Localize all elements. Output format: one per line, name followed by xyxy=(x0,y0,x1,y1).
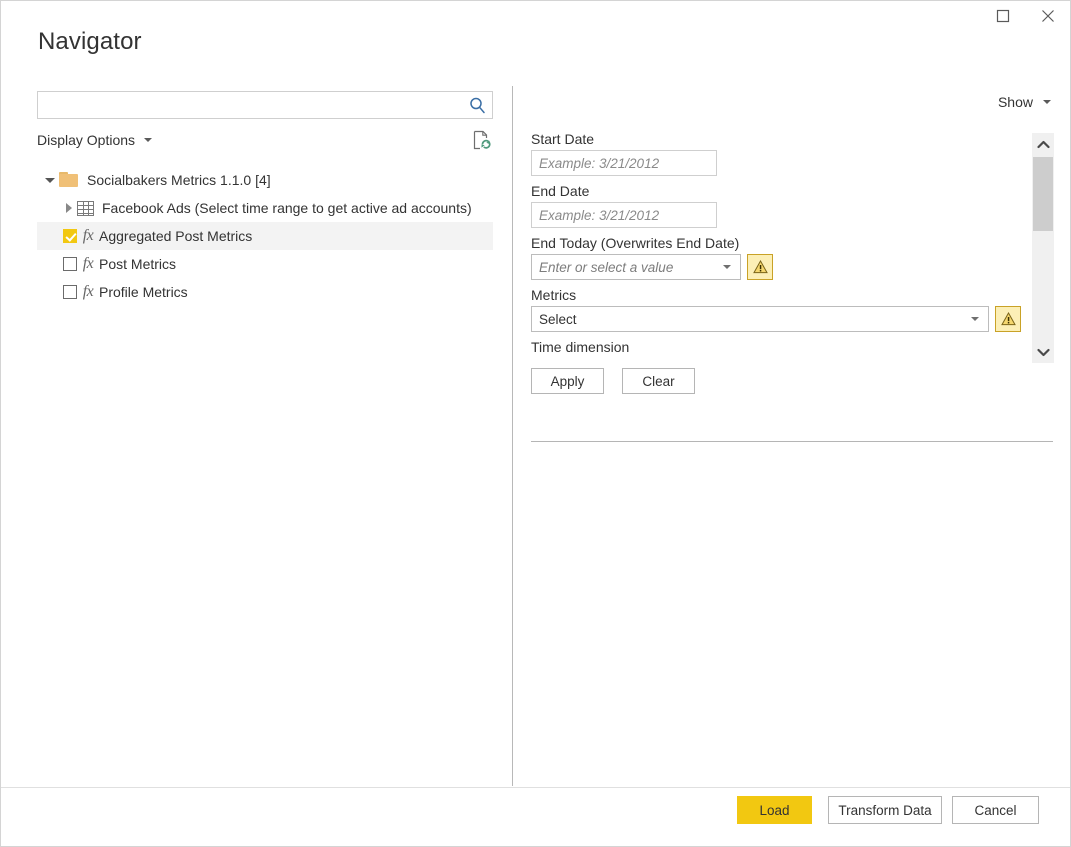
end-date-field-group: End Date xyxy=(531,183,1021,228)
warning-triangle-icon xyxy=(1000,312,1016,326)
scrollbar-thumb[interactable] xyxy=(1033,157,1053,231)
transform-data-button[interactable]: Transform Data xyxy=(828,796,942,824)
load-button[interactable]: Load xyxy=(737,796,812,824)
apply-button[interactable]: Apply xyxy=(531,368,604,394)
tree-item-label: Aggregated Post Metrics xyxy=(99,228,253,244)
start-date-label: Start Date xyxy=(531,131,595,147)
vertical-divider xyxy=(512,86,513,786)
search-input[interactable] xyxy=(38,92,462,118)
chevron-down-icon xyxy=(971,317,979,321)
end-today-warning-button[interactable] xyxy=(747,254,773,280)
start-date-field-group: Start Date xyxy=(531,131,1021,176)
triangle-right-icon[interactable] xyxy=(59,199,77,217)
navigator-dialog: Navigator Display Options Socialbakers M… xyxy=(0,0,1071,847)
display-options-dropdown[interactable]: Display Options xyxy=(37,132,153,148)
maximize-icon xyxy=(996,9,1009,23)
tree-item-checkbox[interactable] xyxy=(63,229,77,243)
metrics-row: Select xyxy=(531,306,1021,332)
search-icon[interactable] xyxy=(466,95,488,115)
tree-item-profile-metrics[interactable]: fx Profile Metrics xyxy=(37,278,493,306)
close-icon xyxy=(1041,10,1054,22)
fx-icon: fx xyxy=(82,227,94,244)
tree-item-socialbakers-metrics[interactable]: Socialbakers Metrics 1.1.0 [4] xyxy=(37,166,493,194)
document-refresh-icon[interactable] xyxy=(472,130,492,152)
end-today-combobox[interactable]: Enter or select a value xyxy=(531,254,741,280)
dialog-footer: Load Transform Data Cancel xyxy=(1,796,1070,831)
scroll-down-button[interactable] xyxy=(1032,341,1054,363)
chevron-down-icon xyxy=(723,265,731,269)
form-scrollbar[interactable] xyxy=(1032,133,1054,363)
end-today-label: End Today (Overwrites End Date) xyxy=(531,235,740,251)
warning-triangle-icon xyxy=(752,260,768,274)
tree-item-checkbox[interactable] xyxy=(63,285,77,299)
tree-item-facebook-ads[interactable]: Facebook Ads (Select time range to get a… xyxy=(37,194,493,222)
end-date-input[interactable] xyxy=(531,202,717,228)
show-dropdown-label: Show xyxy=(997,94,1033,110)
tree-item-label: Socialbakers Metrics 1.1.0 [4] xyxy=(87,172,271,188)
tree-item-checkbox[interactable] xyxy=(63,257,77,271)
metrics-combobox[interactable]: Select xyxy=(531,306,989,332)
tree-item-post-metrics[interactable]: fx Post Metrics xyxy=(37,250,493,278)
search-box[interactable] xyxy=(37,91,493,119)
metrics-field-group: Metrics Select xyxy=(531,287,1021,332)
chevron-up-icon xyxy=(1036,140,1050,148)
tree-item-label: Post Metrics xyxy=(99,256,177,272)
horizontal-divider xyxy=(531,441,1053,442)
metrics-warning-button[interactable] xyxy=(995,306,1021,332)
cancel-button[interactable]: Cancel xyxy=(952,796,1039,824)
chevron-down-icon xyxy=(144,138,153,142)
triangle-down-icon[interactable] xyxy=(41,171,59,189)
chevron-down-icon xyxy=(1036,348,1050,356)
navigator-tree: Socialbakers Metrics 1.1.0 [4] Facebook … xyxy=(37,166,493,306)
show-dropdown[interactable]: Show xyxy=(998,94,1051,110)
clear-button[interactable]: Clear xyxy=(622,368,695,394)
end-today-value: Enter or select a value xyxy=(539,259,674,275)
title-bar xyxy=(1,1,1070,31)
maximize-button[interactable] xyxy=(980,1,1025,31)
end-date-label: End Date xyxy=(531,183,590,199)
page-title: Navigator xyxy=(38,28,142,55)
fx-icon: fx xyxy=(82,283,94,300)
end-today-row: Enter or select a value xyxy=(531,254,1021,280)
end-today-field-group: End Today (Overwrites End Date) Enter or… xyxy=(531,235,1021,280)
scroll-up-button[interactable] xyxy=(1032,133,1054,155)
close-button[interactable] xyxy=(1025,1,1070,31)
time-dimension-label: Time dimension xyxy=(531,339,630,355)
tree-item-aggregated-post-metrics[interactable]: fx Aggregated Post Metrics xyxy=(37,222,493,250)
metrics-label: Metrics xyxy=(531,287,577,303)
fx-icon: fx xyxy=(82,255,94,272)
footer-divider xyxy=(1,787,1070,788)
folder-icon xyxy=(59,172,79,188)
chevron-down-icon xyxy=(1043,100,1051,104)
display-options-label: Display Options xyxy=(37,132,136,148)
tree-item-label: Facebook Ads (Select time range to get a… xyxy=(102,200,472,216)
parameters-form: Start Date End Date End Today (Overwrite… xyxy=(531,131,1021,394)
metrics-value: Select xyxy=(539,311,577,327)
table-icon xyxy=(77,200,94,216)
tree-item-label: Profile Metrics xyxy=(99,284,188,300)
start-date-input[interactable] xyxy=(531,150,717,176)
form-button-row: Apply Clear xyxy=(531,368,1021,394)
